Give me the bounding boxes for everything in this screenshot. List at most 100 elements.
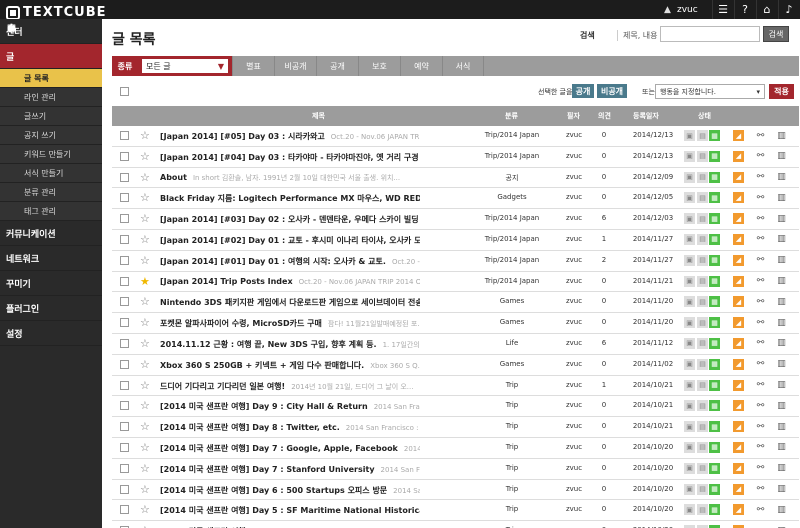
public-lock-icon[interactable]: ▦: [709, 296, 720, 308]
sidebar-item-communication[interactable]: ▱ 커뮤니케이션: [0, 23, 102, 246]
sidebar-sub-keyword[interactable]: 키워드 만들기: [0, 145, 102, 164]
row-checkbox[interactable]: [120, 318, 129, 328]
table-row[interactable]: ☆ [2014 미국 샌프란 여행] Day 8 : Twitter, etc.…: [112, 417, 799, 438]
row-title[interactable]: Black Friday 지름: Logitech Performance MX…: [160, 193, 420, 204]
table-row[interactable]: ☆ About In short 김환솔, 남자. 1991년 2월 10일 대한…: [112, 168, 799, 189]
public-lock-icon[interactable]: ▦: [709, 504, 720, 516]
sidebar-sub-post-list[interactable]: 글 목록: [0, 69, 102, 88]
table-row[interactable]: ☆ [2014 미국 샌프란 여행] Day 7 : Google, Apple…: [112, 438, 799, 459]
protect-icon[interactable]: ▤: [697, 254, 708, 266]
trash-icon[interactable]: ▥: [776, 338, 787, 349]
star-icon[interactable]: ☆: [140, 399, 150, 412]
lock-icon[interactable]: ▣: [684, 192, 695, 204]
protect-icon[interactable]: ▤: [697, 483, 708, 495]
row-checkbox[interactable]: [120, 505, 129, 515]
sidebar-item-settings[interactable]: ✲ 설정: [0, 23, 102, 346]
lock-icon[interactable]: ▣: [684, 504, 695, 516]
trash-icon[interactable]: ▥: [776, 442, 787, 453]
lock-icon[interactable]: ▣: [684, 441, 695, 453]
lock-icon[interactable]: ▣: [684, 233, 695, 245]
row-title[interactable]: 포켓몬 알파사파이어 수령, MicroSD카드 구매 팜다! 11월21일발매예…: [160, 318, 420, 329]
link-icon[interactable]: ⚯: [755, 421, 766, 432]
rss-icon[interactable]: ◢: [733, 254, 744, 266]
table-row[interactable]: ☆ [Japan 2014] [#05] Day 03 : 시라카와고 Oct.2…: [112, 126, 799, 147]
star-icon[interactable]: ☆: [140, 358, 150, 371]
table-row[interactable]: ☆ [2014 미국 샌프란 여행] Day 5 : Lombard Stree…: [112, 521, 799, 528]
row-title[interactable]: [2014 미국 샌프란 여행] Day 9 : City Hall & Ret…: [160, 401, 420, 412]
lock-icon[interactable]: ▣: [684, 317, 695, 329]
tab-reserved[interactable]: 예약: [400, 56, 442, 76]
lock-icon[interactable]: ▣: [684, 462, 695, 474]
sidebar-sub-template[interactable]: 서식 만들기: [0, 164, 102, 183]
sidebar-item-decorate[interactable]: ◐ 꾸미기: [0, 23, 102, 296]
star-icon[interactable]: ☆: [140, 150, 150, 163]
lock-icon[interactable]: ▣: [684, 254, 695, 266]
row-checkbox[interactable]: [120, 463, 129, 473]
row-checkbox[interactable]: [120, 276, 129, 286]
star-icon[interactable]: ☆: [140, 254, 150, 267]
lock-icon[interactable]: ▣: [684, 379, 695, 391]
public-lock-icon[interactable]: ▦: [709, 462, 720, 474]
lock-icon[interactable]: ▣: [684, 213, 695, 225]
select-all-checkbox[interactable]: [120, 87, 129, 96]
protect-icon[interactable]: ▤: [697, 213, 708, 225]
rss-icon[interactable]: ◢: [733, 379, 744, 391]
lock-icon[interactable]: ▣: [684, 400, 695, 412]
action-select[interactable]: 행동을 지정합니다. ▾: [655, 84, 765, 99]
link-icon[interactable]: ⚯: [755, 130, 766, 141]
public-lock-icon[interactable]: ▦: [709, 358, 720, 370]
public-lock-icon[interactable]: ▦: [709, 233, 720, 245]
protect-icon[interactable]: ▤: [697, 296, 708, 308]
row-title[interactable]: Nintendo 3DS 패키지판 게임에서 다운로드판 게임으로 세이브데이터…: [160, 297, 420, 308]
sidebar-sub-write[interactable]: 글쓰기: [0, 107, 102, 126]
link-icon[interactable]: ⚯: [755, 317, 766, 328]
protect-icon[interactable]: ▤: [697, 192, 708, 204]
sidebar-sub-tag[interactable]: 태그 관리: [0, 202, 102, 221]
table-row[interactable]: ☆ [Japan 2014] [#01] Day 01 : 여행의 시작: 오사…: [112, 251, 799, 272]
rss-icon[interactable]: ◢: [733, 192, 744, 204]
link-icon[interactable]: ⚯: [755, 192, 766, 203]
link-icon[interactable]: ⚯: [755, 380, 766, 391]
link-icon[interactable]: ⚯: [755, 213, 766, 224]
row-title[interactable]: 2014.11.12 근황 : 여행 끝, New 3DS 구입, 향후 계획 …: [160, 339, 420, 350]
protect-icon[interactable]: ▤: [697, 421, 708, 433]
public-lock-icon[interactable]: ▦: [709, 400, 720, 412]
star-icon[interactable]: ☆: [140, 129, 150, 142]
sidebar-item-posts[interactable]: ▤ 글: [0, 23, 102, 69]
row-checkbox[interactable]: [120, 484, 129, 494]
sidebar-item-network[interactable]: < 네트워크: [0, 23, 102, 271]
search-button[interactable]: 검색: [763, 26, 789, 42]
sidebar-sub-category[interactable]: 분류 관리: [0, 183, 102, 202]
link-icon[interactable]: ⚯: [755, 151, 766, 162]
lock-icon[interactable]: ▣: [684, 130, 695, 141]
public-lock-icon[interactable]: ▦: [709, 421, 720, 433]
link-icon[interactable]: ⚯: [755, 359, 766, 370]
sidebar-sub-notice[interactable]: 공지 쓰기: [0, 126, 102, 145]
table-row[interactable]: ☆ [Japan 2014] [#03] Day 02 : 오사카 - 덴덴타운…: [112, 209, 799, 230]
row-checkbox[interactable]: [120, 297, 129, 307]
trash-icon[interactable]: ▥: [776, 296, 787, 307]
table-row[interactable]: ☆ 포켓몬 알파사파이어 수령, MicroSD카드 구매 팜다! 11월21일발…: [112, 313, 799, 334]
make-private-button[interactable]: 비공개: [597, 84, 627, 98]
star-icon[interactable]: ☆: [140, 191, 150, 204]
trash-icon[interactable]: ▥: [776, 317, 787, 328]
table-row[interactable]: ☆ [2014 미국 샌프란 여행] Day 7 : Stanford Univ…: [112, 459, 799, 480]
public-lock-icon[interactable]: ▦: [709, 441, 720, 453]
protect-icon[interactable]: ▤: [697, 358, 708, 370]
protect-icon[interactable]: ▤: [697, 171, 708, 183]
rss-icon[interactable]: ◢: [733, 275, 744, 287]
link-icon[interactable]: ⚯: [755, 172, 766, 183]
trash-icon[interactable]: ▥: [776, 504, 787, 515]
link-icon[interactable]: ⚯: [755, 296, 766, 307]
rss-icon[interactable]: ◢: [733, 317, 744, 329]
trash-icon[interactable]: ▥: [776, 130, 787, 141]
table-row[interactable]: ☆ Black Friday 지름: Logitech Performance …: [112, 188, 799, 210]
protect-icon[interactable]: ▤: [697, 317, 708, 329]
row-title[interactable]: [2014 미국 샌프란 여행] Day 5 : SF Maritime Nat…: [160, 505, 420, 516]
user-menu[interactable]: ▲ zvuc: [664, 0, 698, 19]
table-row[interactable]: ☆ [2014 미국 샌프란 여행] Day 5 : SF Maritime N…: [112, 500, 799, 522]
link-icon[interactable]: ⚯: [755, 276, 766, 287]
star-icon[interactable]: ☆: [140, 379, 150, 392]
tab-starred[interactable]: 별표: [232, 56, 274, 76]
row-checkbox[interactable]: [120, 151, 129, 161]
